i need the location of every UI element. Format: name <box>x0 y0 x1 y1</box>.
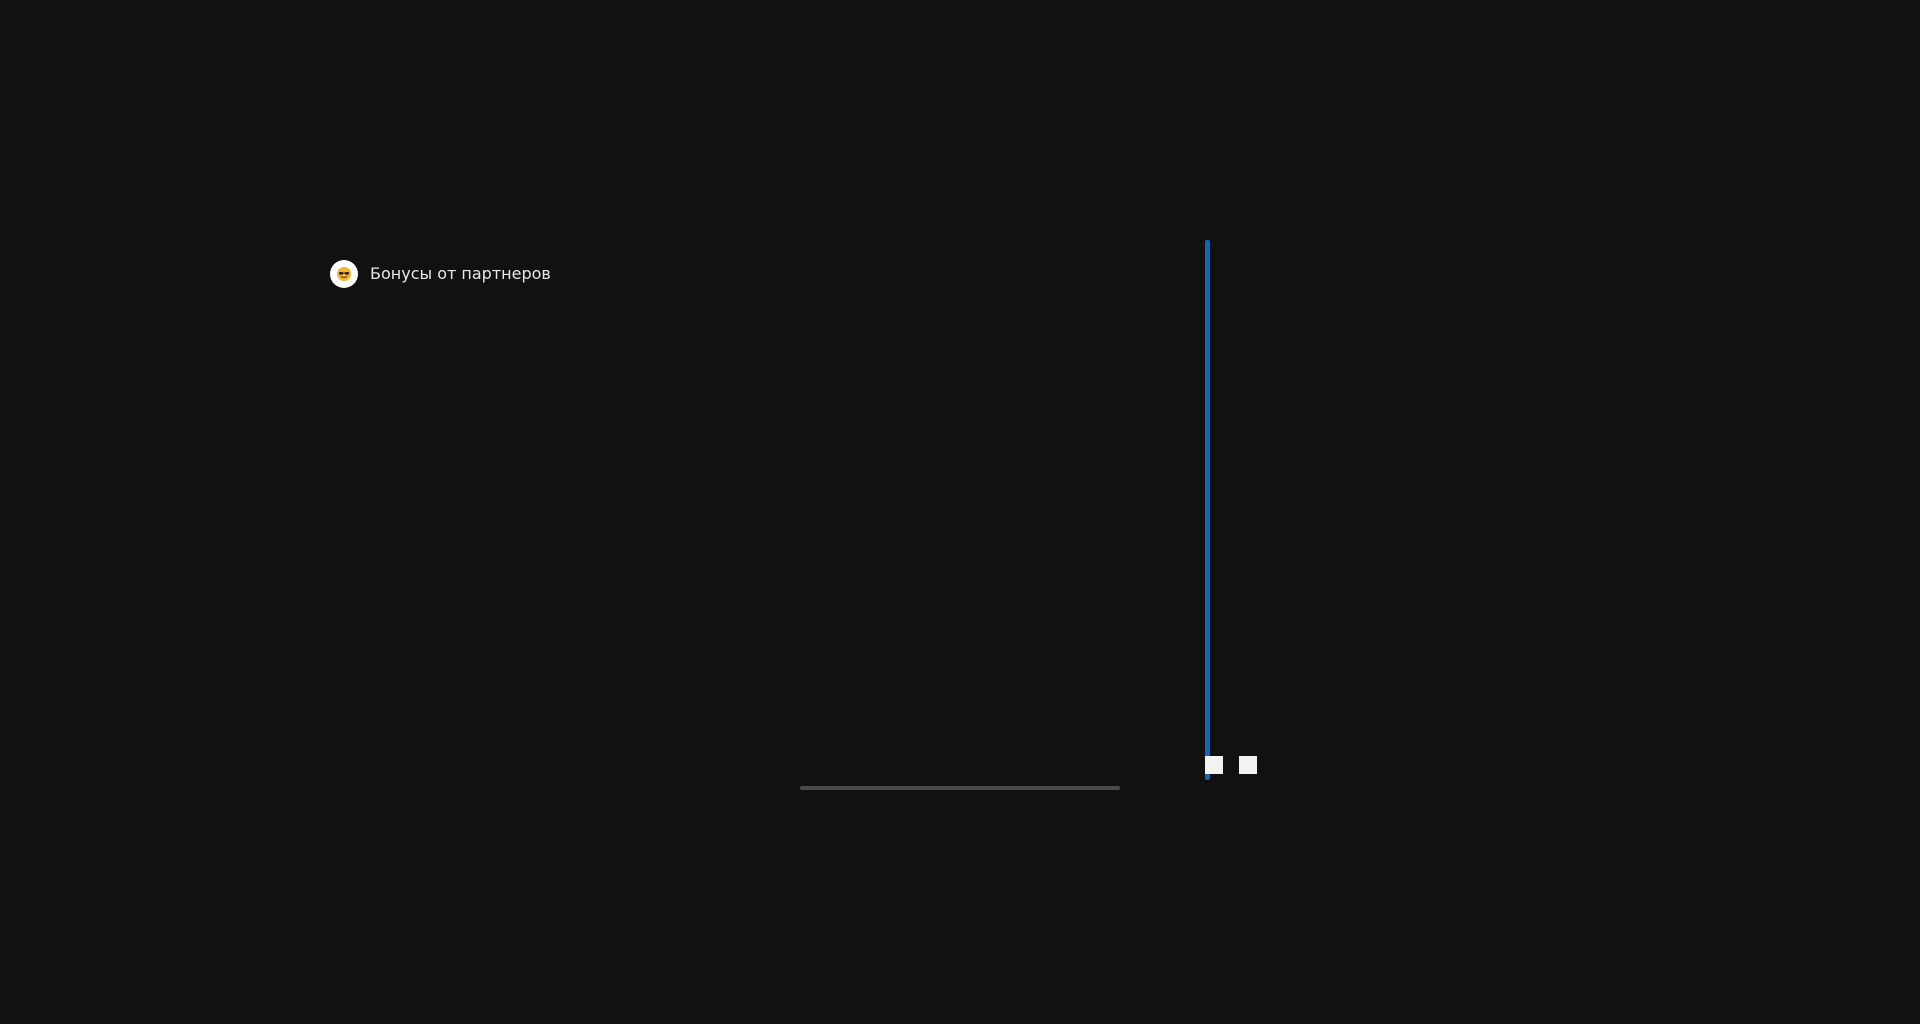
horizontal-scrollbar[interactable] <box>800 786 1120 790</box>
partner-bonuses-item[interactable]: Бонусы от партнеров <box>330 259 551 289</box>
vertical-accent-bar <box>1205 240 1210 780</box>
square-control-2[interactable] <box>1239 756 1257 774</box>
partner-bonuses-label: Бонусы от партнеров <box>370 264 551 283</box>
square-control-1[interactable] <box>1205 756 1223 774</box>
sunglasses-face-icon <box>337 267 351 281</box>
partner-avatar <box>330 260 358 288</box>
page-canvas: Бонусы от партнеров <box>0 0 1920 1024</box>
